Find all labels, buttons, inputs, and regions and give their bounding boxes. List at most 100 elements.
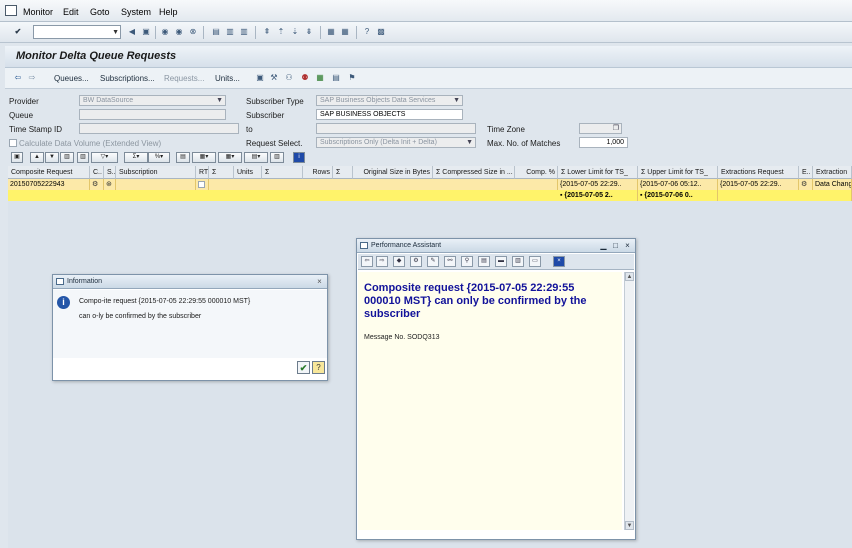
edit-icon[interactable]: ✎ — [427, 256, 439, 267]
filter-icon[interactable]: ▽▾ — [91, 152, 118, 163]
cancel-icon[interactable]: ⊗ — [188, 27, 198, 37]
grid-icon[interactable]: ▤ — [331, 73, 341, 83]
request-select[interactable]: Subscriptions Only (Delta Init + Delta) ▼ — [316, 137, 476, 148]
export-icon[interactable]: ▦▾ — [218, 152, 242, 163]
col-sum-rows[interactable]: Σ — [262, 166, 303, 179]
next-page-icon[interactable]: ⇣ — [290, 27, 300, 37]
col-upper-limit[interactable]: Σ Upper Limit for TS_ — [638, 166, 718, 179]
vertical-scrollbar[interactable]: ▲ ▼ — [624, 272, 634, 530]
col-compressed-size[interactable]: Σ Compressed Size in ... — [433, 166, 515, 179]
col-units[interactable]: Units — [234, 166, 262, 179]
note-icon[interactable]: ▬ — [495, 256, 507, 267]
back-arrow-icon[interactable]: ⇦ — [361, 256, 373, 267]
help-icon[interactable]: ? — [362, 27, 372, 37]
table-icon[interactable]: ▤ — [478, 256, 490, 267]
timestamp-to-field[interactable] — [316, 123, 476, 134]
provider-select[interactable]: BW DataSource ▼ — [79, 95, 226, 106]
close-icon[interactable]: × — [623, 241, 632, 250]
first-page-icon[interactable]: ⇞ — [262, 27, 272, 37]
arrow-right-icon[interactable]: ⇨ — [27, 73, 37, 83]
bookmark-icon[interactable]: ◆ — [393, 256, 405, 267]
save-icon[interactable]: ▣ — [141, 27, 151, 37]
chevron-down-icon[interactable]: ▼ — [112, 29, 119, 36]
units-button[interactable]: Units... — [215, 74, 240, 83]
exit-icon[interactable]: ◉ — [174, 27, 184, 37]
col-subscription[interactable]: Subscription — [116, 166, 196, 179]
print-icon[interactable]: ▥ — [512, 256, 524, 267]
technical-info-icon[interactable]: ⚙ — [410, 256, 422, 267]
subtotal-icon[interactable]: %▾ — [148, 152, 170, 163]
find-icon[interactable]: ▥ — [60, 152, 74, 163]
enter-icon[interactable]: ✔ — [13, 27, 23, 37]
arrow-left-icon[interactable]: ⇦ — [13, 73, 23, 83]
extraction-status-icon[interactable]: ⚙ — [799, 179, 813, 190]
col-comp-pct[interactable]: Comp. % — [515, 166, 558, 179]
hierarchy-icon[interactable]: ⚇ — [284, 73, 294, 83]
close-icon[interactable]: × — [315, 277, 324, 286]
new-session-icon[interactable]: ▦ — [326, 27, 336, 37]
col-extractions-request[interactable]: Extractions Request — [718, 166, 799, 179]
col-composite-request[interactable]: Composite Request — [8, 166, 90, 179]
delete-icon[interactable]: ⚉ — [300, 73, 310, 83]
col-rt[interactable]: RT — [196, 166, 209, 179]
menu-help[interactable]: Help — [159, 7, 178, 17]
copy-icon[interactable]: ▭ — [529, 256, 541, 267]
col-extraction[interactable]: Extraction — [813, 166, 852, 179]
requests-button[interactable]: Requests... — [164, 74, 204, 83]
refresh-icon[interactable]: ▣ — [255, 73, 265, 83]
find-next-icon[interactable]: ▥ — [239, 27, 249, 37]
menu-system[interactable]: System — [121, 7, 151, 17]
subscriptions-button[interactable]: Subscriptions... — [100, 74, 155, 83]
maximize-icon[interactable]: □ — [611, 241, 620, 250]
timestamp-from-field[interactable] — [79, 123, 239, 134]
ok-check-icon[interactable]: ✔ — [297, 361, 310, 374]
tool-icon[interactable]: ⚒ — [269, 73, 279, 83]
find-next-icon[interactable]: ▥ — [77, 152, 89, 163]
queue-field[interactable] — [79, 109, 226, 120]
menu-edit[interactable]: Edit — [63, 7, 79, 17]
back-icon[interactable]: ◉ — [160, 27, 170, 37]
last-page-icon[interactable]: ⇟ — [304, 27, 314, 37]
subscriber-field[interactable]: SAP BUSINESS OBJECTS — [316, 109, 463, 120]
layout-icon[interactable]: ▤▾ — [244, 152, 268, 163]
shortcut-icon[interactable]: ▦ — [340, 27, 350, 37]
table-icon[interactable]: ▦ — [315, 73, 325, 83]
command-field[interactable]: ▼ — [33, 25, 121, 39]
graphic-icon[interactable]: ▥ — [270, 152, 284, 163]
composite-request-cell[interactable]: 20150705222943 — [8, 179, 90, 190]
minimize-icon[interactable]: ▁ — [599, 241, 608, 250]
subscription-status-icon[interactable]: ⊛ — [104, 179, 116, 190]
find-icon[interactable]: ▥ — [225, 27, 235, 37]
views-icon[interactable]: ▦▾ — [192, 152, 216, 163]
menu-goto[interactable]: Goto — [90, 7, 110, 17]
sort-desc-icon[interactable]: ▼ — [45, 152, 59, 163]
col-sum-size[interactable]: Σ — [333, 166, 353, 179]
flag-icon[interactable]: ⚑ — [347, 73, 357, 83]
forward-arrow-icon[interactable]: ⇨ — [376, 256, 388, 267]
print-icon[interactable]: ▤ — [211, 27, 221, 37]
info-icon[interactable]: i — [293, 152, 305, 163]
details-icon[interactable]: ▣ — [11, 152, 23, 163]
col-c[interactable]: C.. — [90, 166, 104, 179]
col-s[interactable]: S.. — [104, 166, 116, 179]
subscriber-type-select[interactable]: SAP Business Objects Data Services ▼ — [316, 95, 463, 106]
max-matches-field[interactable]: 1,000 — [579, 137, 628, 148]
links-icon[interactable]: ⚯ — [444, 256, 456, 267]
calc-volume-checkbox[interactable] — [9, 139, 17, 147]
col-e[interactable]: E.. — [799, 166, 813, 179]
col-rows[interactable]: Rows — [303, 166, 333, 179]
scroll-down-icon[interactable]: ▼ — [625, 521, 634, 530]
sap-menu-icon[interactable] — [5, 5, 17, 16]
search-icon[interactable]: ⚲ — [461, 256, 473, 267]
close-x-icon[interactable]: × — [553, 256, 565, 267]
layout-icon[interactable]: ▩ — [376, 27, 386, 37]
timezone-field[interactable]: ❐ — [579, 123, 622, 134]
col-original-size[interactable]: Original Size in Bytes — [353, 166, 433, 179]
status-icon[interactable]: ⚙ — [90, 179, 104, 190]
queues-button[interactable]: Queues... — [54, 74, 89, 83]
scroll-up-icon[interactable]: ▲ — [625, 272, 634, 281]
menu-monitor[interactable]: Monitor — [23, 7, 53, 17]
back-arrow-icon[interactable]: ◀ — [127, 27, 137, 37]
col-sum-units[interactable]: Σ — [209, 166, 234, 179]
prev-page-icon[interactable]: ⇡ — [276, 27, 286, 37]
